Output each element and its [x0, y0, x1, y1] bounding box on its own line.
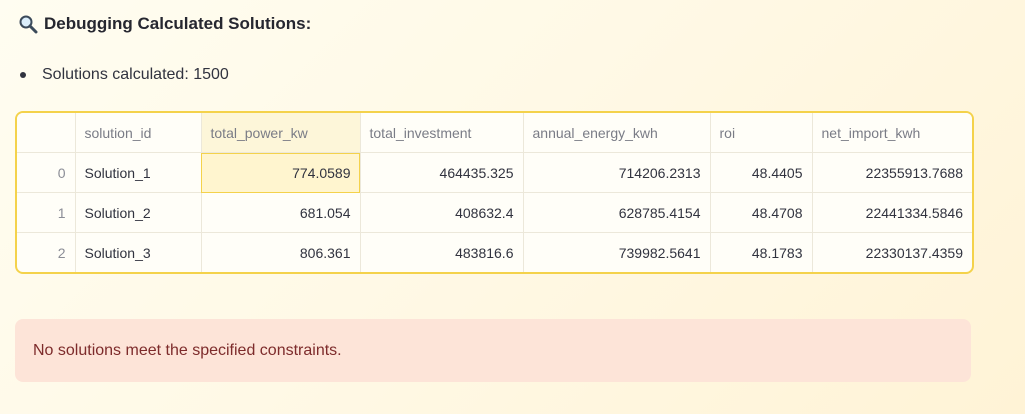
table-header-row: solution_id total_power_kw total_investm… [17, 113, 972, 153]
column-header-total-power-kw[interactable]: total_power_kw [201, 113, 361, 153]
column-header-solution-id[interactable]: solution_id [75, 113, 202, 153]
row-index: 0 [17, 152, 76, 193]
cell-net-import-kwh[interactable]: 22330137.4359 [812, 233, 972, 273]
row-index: 1 [17, 192, 76, 233]
cell-roi[interactable]: 48.1783 [710, 232, 813, 272]
table-row: 1 Solution_2 681.054 408632.4 628785.415… [17, 192, 972, 233]
magnifier-icon [18, 14, 38, 34]
row-index: 2 [17, 232, 76, 272]
cell-solution-id[interactable]: Solution_2 [75, 192, 202, 233]
column-header-total-investment[interactable]: total_investment [360, 113, 524, 153]
solutions-count-text: Solutions calculated: 1500 [42, 66, 229, 83]
cell-total-investment[interactable]: 483816.6 [360, 232, 524, 272]
cell-total-power-kw[interactable]: 774.0589 [201, 152, 361, 193]
solutions-table: solution_id total_power_kw total_investm… [17, 113, 972, 272]
debug-heading-text: Debugging Calculated Solutions: [44, 14, 312, 33]
solutions-dataframe[interactable]: solution_id total_power_kw total_investm… [15, 111, 974, 274]
cell-annual-energy-kwh[interactable]: 714206.2313 [523, 152, 711, 193]
cell-solution-id[interactable]: Solution_1 [75, 152, 202, 193]
cell-total-power-kw[interactable]: 681.054 [201, 192, 361, 233]
cell-annual-energy-kwh[interactable]: 628785.4154 [523, 192, 711, 233]
cell-roi[interactable]: 48.4405 [710, 152, 813, 193]
cell-net-import-kwh[interactable]: 22355913.7688 [812, 152, 972, 193]
cell-solution-id[interactable]: Solution_3 [75, 232, 202, 272]
column-header-annual-energy-kwh[interactable]: annual_energy_kwh [523, 113, 711, 153]
column-header-roi[interactable]: roi [710, 113, 813, 153]
bullet-dot [20, 72, 26, 78]
cell-annual-energy-kwh[interactable]: 739982.5641 [523, 232, 711, 272]
table-row: 2 Solution_3 806.361 483816.6 739982.564… [17, 232, 972, 273]
debug-heading: Debugging Calculated Solutions: [18, 14, 311, 34]
column-header-net-import-kwh[interactable]: net_import_kwh [812, 113, 972, 153]
table-row: 0 Solution_1 774.0589 464435.325 714206.… [17, 152, 972, 193]
cell-net-import-kwh[interactable]: 22441334.5846 [812, 192, 972, 233]
cell-roi[interactable]: 48.4708 [710, 192, 813, 233]
cell-total-power-kw[interactable]: 806.361 [201, 232, 361, 272]
cell-total-investment[interactable]: 408632.4 [360, 192, 524, 233]
solutions-count-item: Solutions calculated: 1500 [18, 66, 229, 84]
column-header-index [17, 113, 76, 153]
alert-message: No solutions meet the specified constrai… [33, 341, 342, 359]
cell-total-investment[interactable]: 464435.325 [360, 152, 524, 193]
no-solutions-alert: No solutions meet the specified constrai… [15, 319, 971, 382]
